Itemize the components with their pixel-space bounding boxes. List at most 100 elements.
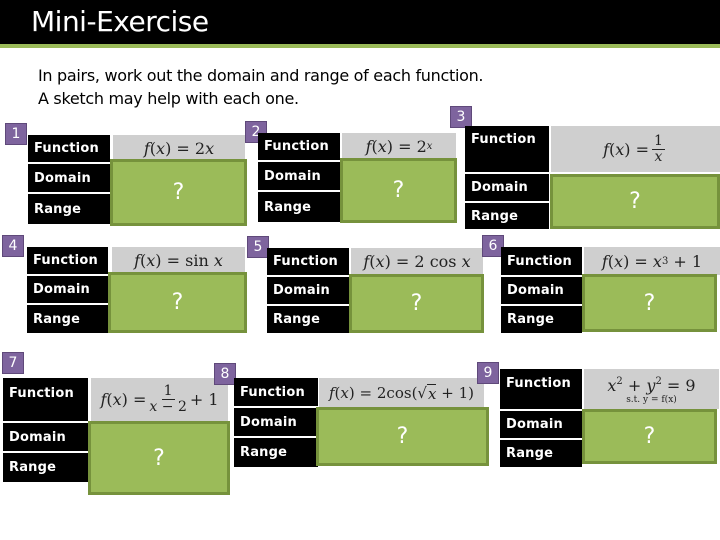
formula-symbol: 9: [685, 375, 696, 395]
function-formula: f(x) = x3 + 1: [584, 247, 720, 275]
domain-label: Domain: [27, 276, 108, 303]
fraction: 1x − 2: [149, 384, 186, 415]
answer-reveal-box[interactable]: ?: [349, 274, 484, 333]
answer-reveal-box[interactable]: ?: [108, 272, 247, 333]
formula-symbol: +: [627, 375, 642, 395]
numerator: 1: [161, 383, 175, 400]
function-formula: f(x) = 1x − 2 + 1: [91, 378, 228, 421]
range-label: Range: [500, 440, 582, 467]
function-formula: x2 + y2 = 9 s.t. y = f(x): [584, 369, 719, 409]
formula-symbol: ): [165, 138, 172, 158]
instructions-line-2: A sketch may help with each one.: [38, 89, 299, 108]
formula-symbol: 1: [458, 384, 469, 402]
numerator: 1: [652, 132, 665, 150]
function-label: Function: [500, 369, 582, 409]
answer-reveal-box[interactable]: ?: [582, 274, 717, 332]
formula-symbol: x: [340, 384, 349, 402]
formula-symbol: x: [213, 250, 223, 270]
formula-symbol: −: [161, 399, 174, 415]
formula-stack: x2 + y2 = 9 s.t. y = f(x): [607, 373, 695, 406]
range-label: Range: [267, 306, 349, 333]
formula-symbol: ): [384, 252, 391, 271]
formula-symbol: x: [427, 384, 437, 403]
formula-symbol: =: [398, 136, 412, 156]
formula-symbol: x: [461, 252, 471, 271]
function-label: Function: [267, 248, 349, 275]
formula-symbol: cos: [386, 384, 412, 402]
domain-label: Domain: [465, 174, 549, 201]
formula-symbol: x: [615, 139, 625, 159]
answer-reveal-box[interactable]: ?: [340, 158, 457, 223]
answer-reveal-box[interactable]: ?: [110, 159, 247, 226]
sqrt-symbol: √: [417, 384, 427, 402]
formula-symbol: =: [166, 250, 181, 270]
function-formula: f(x) = 2 cos x: [351, 248, 483, 275]
function-formula: f(x) = sin x: [112, 247, 245, 273]
domain-label: Domain: [267, 277, 349, 304]
formula-symbol: x: [652, 251, 662, 271]
formula-symbol: x: [377, 136, 387, 156]
answer-reveal-box[interactable]: ?: [550, 174, 720, 229]
fraction: 1x: [652, 132, 665, 165]
exercise-number-badge: 8: [214, 363, 236, 385]
range-label: Range: [258, 192, 340, 222]
formula-symbol: ): [348, 384, 355, 402]
function-label: Function: [501, 247, 582, 275]
formula-symbol: x: [426, 140, 433, 152]
formula-symbol: =: [635, 139, 650, 159]
exercise-number-badge: 3: [450, 106, 472, 128]
formula-symbol: 2: [416, 136, 427, 156]
range-label: Range: [234, 438, 318, 467]
formula-symbol: +: [441, 384, 454, 402]
formula-symbol: x: [146, 250, 156, 270]
formula-symbol: =: [634, 251, 648, 271]
formula-symbol: ): [624, 139, 631, 159]
domain-label: Domain: [500, 411, 582, 438]
function-formula: f(x) = 1x: [551, 126, 720, 172]
formula-symbol: 2: [194, 138, 206, 158]
function-label: Function: [28, 135, 110, 162]
function-label: Function: [465, 126, 549, 172]
exercise-number-badge: 1: [5, 123, 27, 145]
formula-symbol: ): [386, 136, 394, 156]
range-label: Range: [465, 203, 549, 229]
exercise-number-badge: 9: [477, 362, 499, 384]
instructions: In pairs, work out the domain and range …: [38, 64, 484, 110]
denominator: x − 2: [149, 400, 186, 415]
function-formula: f(x) = 2 cos(√ x + 1): [319, 378, 484, 408]
range-label: Range: [28, 194, 110, 224]
formula-symbol: +: [189, 390, 204, 409]
domain-label: Domain: [28, 164, 110, 192]
formula-symbol: x: [112, 390, 122, 409]
formula-symbol: 2: [376, 384, 387, 402]
domain-label: Domain: [501, 277, 582, 304]
function-label: Function: [27, 247, 108, 274]
formula-symbol: x: [614, 251, 624, 271]
domain-label: Domain: [3, 423, 88, 451]
range-label: Range: [501, 306, 582, 333]
answer-reveal-box[interactable]: ?: [88, 421, 230, 495]
function-label: Function: [234, 378, 318, 406]
exercise-number-badge: 7: [2, 352, 24, 374]
formula-symbol: =: [176, 138, 190, 158]
formula-symbol: 1: [691, 251, 703, 271]
formula-symbol: ): [623, 251, 630, 271]
formula-condition: s.t. y = f(x): [626, 394, 677, 405]
formula-symbol: 2: [414, 252, 425, 271]
function-label: Function: [258, 133, 340, 160]
formula-symbol: +: [673, 251, 687, 271]
answer-reveal-box[interactable]: ?: [316, 407, 489, 466]
range-label: Range: [3, 453, 88, 482]
formula-symbol: x: [205, 138, 215, 158]
formula-symbol: x: [149, 399, 158, 415]
title-accent-line: [0, 44, 720, 48]
answer-reveal-box[interactable]: ?: [582, 409, 717, 464]
formula-symbol: 2: [177, 399, 187, 415]
formula-symbol: =: [132, 390, 147, 409]
formula-symbol: x: [156, 138, 166, 158]
denominator: x: [654, 148, 663, 165]
exercise-number-badge: 5: [247, 236, 269, 258]
domain-label: Domain: [234, 408, 318, 436]
formula-symbol: 1: [208, 390, 219, 409]
formula-main: x2 + y2 = 9: [607, 373, 695, 395]
